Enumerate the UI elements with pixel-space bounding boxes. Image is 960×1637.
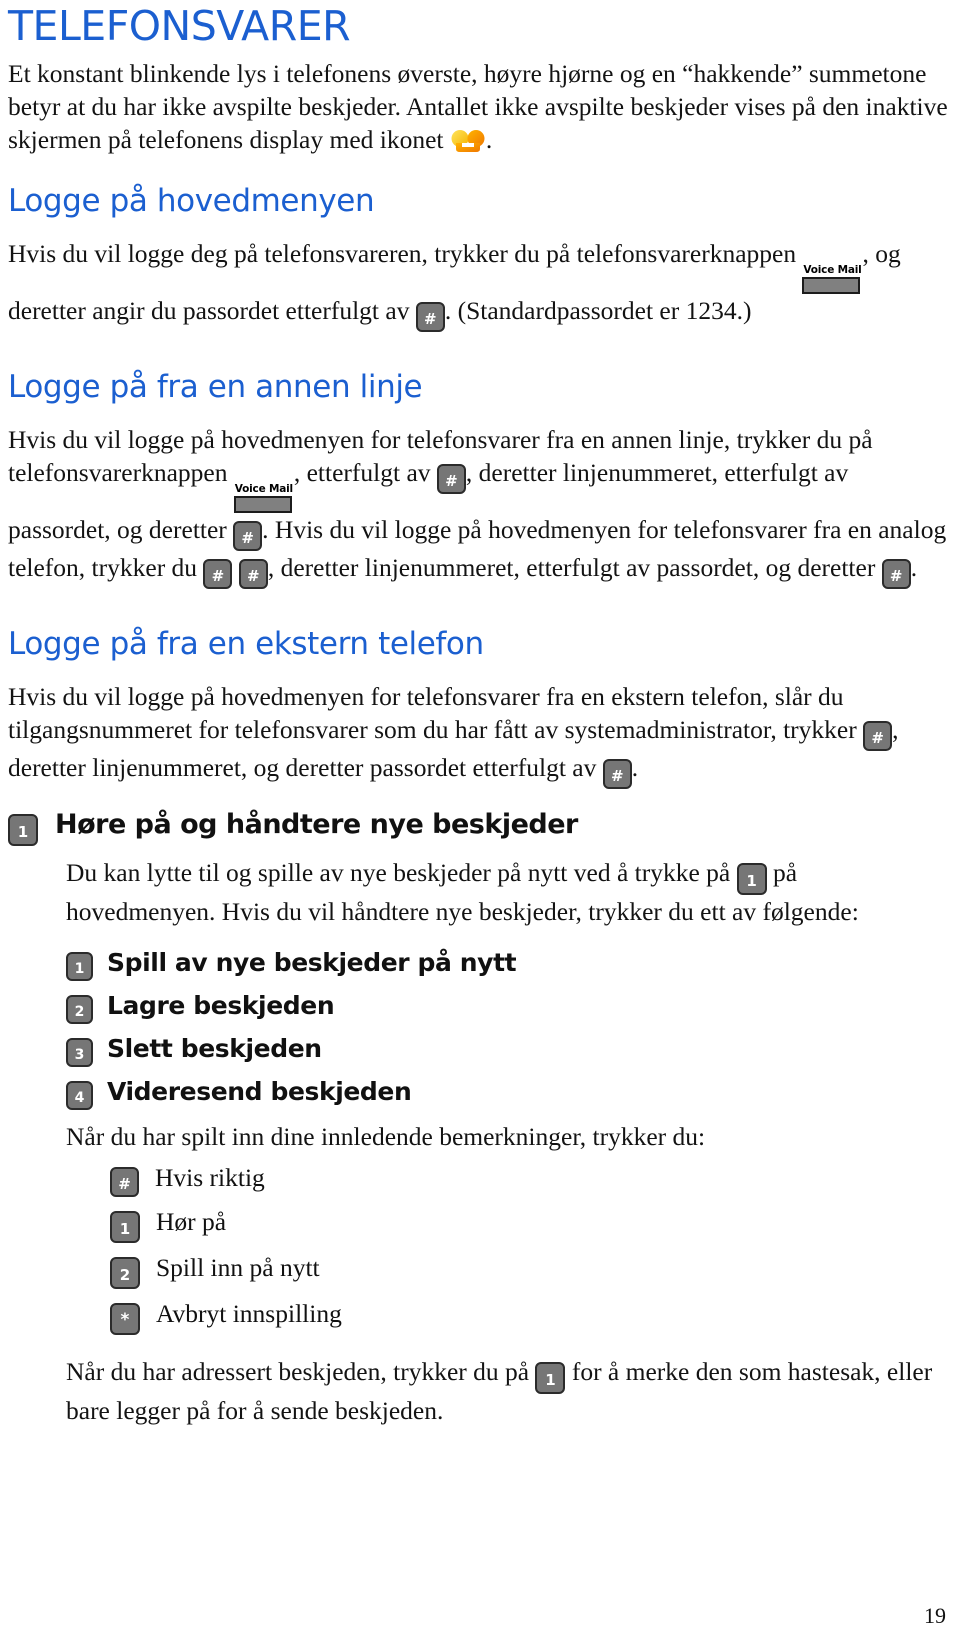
document-page: TELEFONSVARER Et konstant blinkende lys … [0, 0, 960, 1637]
hash-key-icon: # [203, 559, 233, 589]
intro-text-tail: . [485, 125, 493, 154]
listen-section-heading-row: 1 Høre på og håndtere nye beskjeder [0, 809, 960, 846]
key-1-icon: 1 [66, 952, 93, 981]
hash-key-icon: # [233, 521, 263, 551]
list-item: 1 Spill av nye beskjeder på nytt [0, 948, 960, 981]
list-item: * Avbryt innspilling [0, 1299, 960, 1335]
paragraph-part: Hvis du vil logge på hovedmenyen for tel… [8, 682, 857, 744]
hash-key-icon: # [863, 721, 893, 751]
section-heading-external-phone: Logge på fra en ekstern telefon [8, 626, 484, 662]
paragraph-part: . [910, 553, 918, 582]
list-item-label: Slett beskjeden [107, 1034, 322, 1063]
key-1-icon: 1 [736, 863, 767, 895]
paragraph-part: , etterfulgt av [293, 458, 431, 487]
list-item: 3 Slett beskjeden [0, 1034, 960, 1067]
star-key-icon: * [110, 1303, 140, 1335]
key-4-icon: 4 [66, 1081, 93, 1110]
hash-key-icon: # [238, 559, 268, 589]
voice-mail-button-label: Voice Mail [803, 264, 862, 276]
page-number: 19 [924, 1603, 946, 1628]
voice-mail-button-icon: Voice Mail [802, 265, 862, 294]
closing-paragraph: Når du har adressert beskjeden, trykker … [0, 1355, 960, 1427]
voice-mail-button-bar [233, 496, 292, 513]
voice-mail-button-icon: Voice Mail [233, 483, 294, 513]
list-item-label: Videresend beskjeden [107, 1077, 412, 1106]
paragraph-part: . (Standardpassordet er 1234.) [444, 296, 752, 325]
paragraph-part: Du kan lytte til og spille av nye beskje… [66, 858, 731, 887]
hash-key-icon: # [602, 759, 632, 789]
list-item: 4 Videresend beskjeden [0, 1077, 960, 1110]
key-1-icon: 1 [110, 1211, 140, 1243]
voicemail-waiting-icon [450, 128, 486, 154]
key-2-icon: 2 [66, 995, 93, 1024]
hash-key-icon: # [881, 559, 911, 589]
after-recording-intro: Når du har spilt inn dine innledende bem… [66, 1122, 706, 1151]
list-item-label: Spill av nye beskjeder på nytt [107, 948, 517, 977]
list-item: 1 Hør på [0, 1207, 960, 1243]
paragraph-part: . [631, 753, 639, 782]
section-paragraph-main-menu: Hvis du vil logge deg på telefonsvareren… [0, 237, 960, 332]
key-1-icon: 1 [535, 1362, 566, 1394]
listen-section-heading: Høre på og håndtere nye beskjeder [55, 809, 578, 840]
intro-paragraph: Et konstant blinkende lys i telefonens ø… [0, 57, 960, 156]
section-paragraph-external-phone: Hvis du vil logge på hovedmenyen for tel… [0, 680, 960, 789]
section-paragraph-other-line: Hvis du vil logge på hovedmenyen for tel… [0, 423, 960, 589]
paragraph-part: Hvis du vil logge deg på telefonsvareren… [8, 239, 797, 268]
voice-mail-button-label: Voice Mail [234, 483, 293, 495]
list-item-label: Spill inn på nytt [156, 1253, 320, 1282]
list-item-label: Avbryt innspilling [156, 1299, 342, 1328]
key-3-icon: 3 [66, 1038, 93, 1067]
listen-section-body: Du kan lytte til og spille av nye beskje… [0, 856, 960, 928]
section-heading-other-line: Logge på fra en annen linje [8, 369, 423, 405]
voice-mail-button-bar [802, 277, 861, 294]
page-title: TELEFONSVARER [8, 2, 351, 50]
list-item: # Hvis riktig [0, 1163, 960, 1197]
paragraph-part: Når du har adressert beskjeden, trykker … [66, 1357, 530, 1386]
list-item-label: Hør på [156, 1207, 227, 1236]
hash-key-icon: # [415, 302, 445, 332]
hash-key-icon: # [110, 1167, 139, 1197]
hash-key-icon: # [436, 464, 466, 494]
key-2-icon: 2 [110, 1257, 140, 1289]
list-item-label: Lagre beskjeden [107, 991, 335, 1020]
list-item: 2 Spill inn på nytt [0, 1253, 960, 1289]
section-heading-main-menu: Logge på hovedmenyen [8, 183, 375, 219]
key-1-icon: 1 [8, 814, 38, 846]
list-item: 2 Lagre beskjeden [0, 991, 960, 1024]
list-item-label: Hvis riktig [155, 1163, 265, 1192]
paragraph-part: , deretter linjenummeret, etterfulgt av … [267, 553, 876, 582]
